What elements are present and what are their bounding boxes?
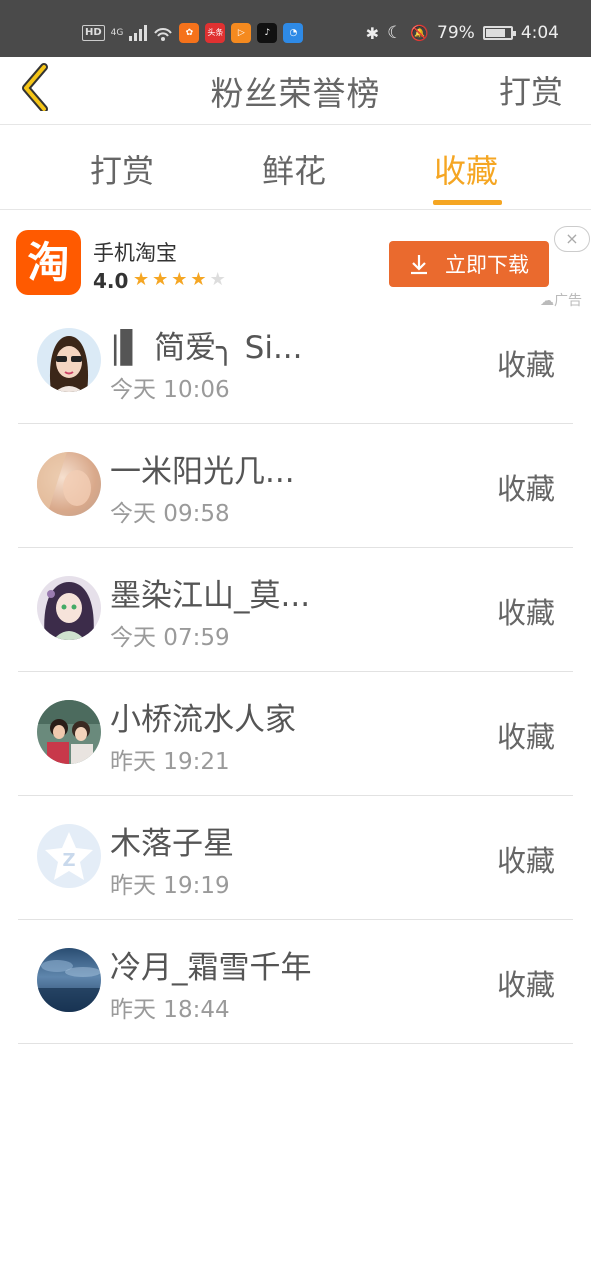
app-icon-5: ◔	[283, 23, 304, 43]
tiktok-icon: ♪	[257, 23, 278, 43]
avatar-default-star: Z	[37, 824, 101, 888]
list-item[interactable]: 冷月_霜雪千年 昨天 18:44 收藏	[18, 920, 573, 1044]
user-name: 墨染江山_莫...	[110, 578, 311, 614]
action-label: 收藏	[496, 472, 555, 506]
reward-button[interactable]: 打赏	[499, 67, 563, 113]
star-icon: ★	[133, 269, 153, 290]
download-button[interactable]: 立即下载	[389, 241, 549, 287]
header: 粉丝荣誉榜 打赏	[0, 57, 591, 125]
svg-text:Z: Z	[62, 850, 75, 871]
user-name: |▌ 简爱╮ Si...	[110, 330, 303, 366]
ad-banner[interactable]: 淘 手机淘宝 4.0 ★★★★★ 立即下载 × ☁广告	[0, 211, 591, 311]
status-left: HD 4G ✿ 头条 ▷ ♪ ◔	[82, 20, 304, 46]
avatar-blurred-face	[37, 452, 101, 516]
moon-icon: ☾	[387, 23, 403, 43]
star-icon: ★	[190, 269, 210, 290]
download-button-label: 立即下载	[445, 253, 529, 277]
avatar-blue-landscape	[37, 948, 101, 1012]
status-bar: HD 4G ✿ 头条 ▷ ♪ ◔ ✱ ☾ 🔕 79% 4:04	[0, 0, 591, 57]
tab-flowers[interactable]: 鲜花	[262, 146, 326, 192]
clock: 4:04	[520, 23, 559, 43]
app-icon-3: ▷	[231, 23, 252, 43]
timestamp: 今天 09:58	[110, 501, 230, 527]
timestamp: 今天 07:59	[110, 625, 230, 651]
battery-fill	[485, 29, 505, 37]
wifi-icon	[154, 28, 173, 41]
bell-muted-icon: 🔕	[410, 24, 430, 42]
avatar-anime-girl	[37, 576, 101, 640]
timestamp: 今天 10:06	[110, 377, 230, 403]
ad-rating: 4.0	[93, 269, 129, 293]
list-item[interactable]: 墨染江山_莫... 今天 07:59 收藏	[18, 548, 573, 672]
battery-icon	[482, 26, 516, 40]
action-label: 收藏	[496, 844, 555, 878]
list-item[interactable]: 一米阳光几... 今天 09:58 收藏	[18, 424, 573, 548]
timestamp: 昨天 18:44	[110, 997, 230, 1023]
bluetooth-icon: ✱	[365, 23, 380, 43]
star-empty-icon: ★	[209, 269, 229, 290]
list-item[interactable]: |▌ 简爱╮ Si... 今天 10:06 收藏	[18, 300, 573, 424]
signal-icon	[129, 25, 148, 41]
tab-bar: 打赏 鲜花 收藏	[0, 126, 591, 210]
timestamp: 昨天 19:19	[110, 873, 230, 899]
list-item[interactable]: Z 木落子星 昨天 19:19 收藏	[18, 796, 573, 920]
ad-app-name: 手机淘宝	[93, 241, 177, 265]
hd-indicator: HD	[82, 25, 105, 41]
action-label: 收藏	[496, 720, 555, 754]
avatar-girl-sunglasses	[37, 328, 101, 392]
ad-close-button[interactable]: ×	[554, 226, 590, 252]
active-tab-indicator	[433, 200, 502, 205]
action-label: 收藏	[496, 348, 555, 382]
star-icon: ★	[171, 269, 191, 290]
list-item[interactable]: 小桥流水人家 昨天 19:21 收藏	[18, 672, 573, 796]
action-label: 收藏	[496, 596, 555, 630]
user-name: 小桥流水人家	[110, 702, 296, 738]
user-name: 木落子星	[110, 826, 234, 862]
action-label: 收藏	[496, 968, 555, 1002]
user-name: 一米阳光几...	[110, 454, 295, 490]
user-name: 冷月_霜雪千年	[110, 950, 312, 986]
avatar-couple	[37, 700, 101, 764]
ad-stars: ★★★★★	[133, 269, 229, 290]
taobao-logo-icon: 淘	[16, 230, 81, 295]
app-icon-1: ✿	[179, 23, 200, 43]
tab-reward[interactable]: 打赏	[90, 146, 154, 192]
tab-favorites[interactable]: 收藏	[434, 146, 498, 192]
download-icon	[411, 255, 427, 275]
network-type: 4G	[110, 28, 124, 38]
toutiao-icon: 头条	[205, 23, 226, 43]
star-icon: ★	[152, 269, 172, 290]
status-right: ✱ ☾ 🔕 79% 4:04	[366, 20, 559, 46]
battery-percent: 79%	[437, 23, 475, 43]
timestamp: 昨天 19:21	[110, 749, 230, 775]
